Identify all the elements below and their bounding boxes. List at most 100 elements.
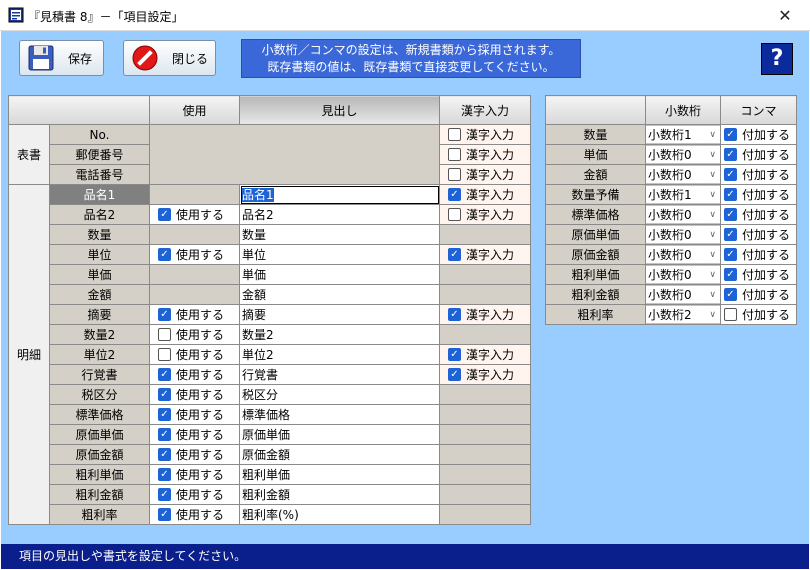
heading-cell[interactable]: 標準価格 [239,404,440,425]
kanji-checkbox[interactable]: 漢字入力 [441,166,514,183]
kanji-checkbox[interactable]: 漢字入力 [441,206,514,223]
checkbox-icon[interactable]: ✓ [448,188,461,201]
use-cell[interactable]: ✓ 使用する [149,244,240,265]
checkbox-icon[interactable]: ✓ [724,228,737,241]
comma-checkbox[interactable]: ✓ 付加する [722,166,790,183]
use-checkbox[interactable]: ✓ 使用する [151,466,224,483]
help-button[interactable]: ? [761,43,793,75]
row-label[interactable]: 原価金額 [49,444,150,465]
kanji-checkbox[interactable]: 漢字入力 [441,126,514,143]
checkbox-icon[interactable]: ✓ [724,248,737,261]
checkbox-icon[interactable]: ✓ [724,288,737,301]
comma-checkbox[interactable]: ✓ 付加する [722,266,790,283]
checkbox-icon[interactable] [158,347,171,361]
use-checkbox[interactable]: ✓ 使用する [151,406,224,423]
decimal-select[interactable]: 小数桁0 ∨ [645,244,721,265]
row-label[interactable]: 行覚書 [49,364,150,385]
heading-cell[interactable]: 原価金額 [239,444,440,465]
comma-cell[interactable]: ✓ 付加する [720,264,797,285]
comma-checkbox[interactable]: ✓ 付加する [722,146,790,163]
heading-cell[interactable]: 行覚書 [239,364,440,385]
comma-cell[interactable]: ✓ 付加する [720,284,797,305]
row-label[interactable]: 単価 [49,264,150,285]
checkbox-icon[interactable]: ✓ [158,428,171,441]
row-label[interactable]: 郵便番号 [49,144,150,165]
row-label[interactable]: 単位2 [49,344,150,365]
use-cell[interactable]: 使用する [149,324,240,345]
kanji-checkbox[interactable]: ✓ 漢字入力 [441,366,514,383]
comma-cell[interactable]: ✓ 付加する [720,204,797,225]
decimal-select[interactable]: 小数桁0 ∨ [645,284,721,305]
save-button[interactable]: 保存 [19,40,104,76]
checkbox-icon[interactable]: ✓ [724,128,737,141]
decimal-select-box[interactable]: 小数桁0 ∨ [646,246,720,263]
row-label[interactable]: 粗利金額 [49,484,150,505]
close-button[interactable]: 閉じる [123,40,216,76]
comma-checkbox[interactable]: ✓ 付加する [722,246,790,263]
decimal-select[interactable]: 小数桁0 ∨ [645,204,721,225]
kanji-cell[interactable]: ✓ 漢字入力 [439,364,531,385]
heading-cell[interactable]: 品名2 [239,204,440,225]
comma-cell[interactable]: ✓ 付加する [720,224,797,245]
comma-checkbox[interactable]: ✓ 付加する [722,286,790,303]
checkbox-icon[interactable]: ✓ [448,248,461,261]
kanji-cell[interactable]: 漢字入力 [439,204,531,225]
decimal-select-box[interactable]: 小数桁0 ∨ [646,206,720,223]
comma-cell[interactable]: 付加する [720,304,797,325]
checkbox-icon[interactable]: ✓ [448,348,461,361]
checkbox-icon[interactable]: ✓ [448,308,461,321]
kanji-checkbox[interactable]: ✓ 漢字入力 [441,306,514,323]
use-checkbox[interactable]: ✓ 使用する [151,506,224,523]
use-checkbox[interactable]: ✓ 使用する [151,366,224,383]
row-label[interactable]: 数量2 [49,324,150,345]
use-checkbox[interactable]: ✓ 使用する [151,446,224,463]
checkbox-icon[interactable] [448,207,461,221]
decimal-select-box[interactable]: 小数桁1 ∨ [646,126,720,143]
checkbox-icon[interactable]: ✓ [158,448,171,461]
row-label[interactable]: 摘要 [49,304,150,325]
checkbox-icon[interactable] [158,327,171,341]
use-cell[interactable]: ✓ 使用する [149,404,240,425]
row-label[interactable]: 金額 [49,284,150,305]
comma-cell[interactable]: ✓ 付加する [720,164,797,185]
kanji-cell[interactable]: 漢字入力 [439,164,531,185]
use-checkbox[interactable]: 使用する [151,346,224,363]
decimal-select-box[interactable]: 小数桁0 ∨ [646,266,720,283]
checkbox-icon[interactable]: ✓ [158,508,171,521]
comma-cell[interactable]: ✓ 付加する [720,244,797,265]
comma-cell[interactable]: ✓ 付加する [720,144,797,165]
comma-checkbox[interactable]: ✓ 付加する [722,226,790,243]
use-cell[interactable]: ✓ 使用する [149,364,240,385]
decimal-select-box[interactable]: 小数桁0 ∨ [646,226,720,243]
kanji-cell[interactable]: ✓ 漢字入力 [439,304,531,325]
heading-cell[interactable]: 粗利単価 [239,464,440,485]
decimal-select[interactable]: 小数桁0 ∨ [645,164,721,185]
use-cell[interactable]: ✓ 使用する [149,424,240,445]
checkbox-icon[interactable]: ✓ [158,408,171,421]
kanji-checkbox[interactable]: ✓ 漢字入力 [441,346,514,363]
kanji-cell[interactable]: 漢字入力 [439,144,531,165]
kanji-cell[interactable]: ✓ 漢字入力 [439,184,531,205]
checkbox-icon[interactable]: ✓ [158,208,171,221]
decimal-select[interactable]: 小数桁0 ∨ [645,264,721,285]
use-checkbox[interactable]: ✓ 使用する [151,486,224,503]
row-label[interactable]: 電話番号 [49,164,150,185]
row-label[interactable]: 標準価格 [49,404,150,425]
use-cell[interactable]: ✓ 使用する [149,484,240,505]
row-label[interactable]: 数量 [49,224,150,245]
comma-checkbox[interactable]: ✓ 付加する [722,206,790,223]
heading-cell[interactable]: 数量2 [239,324,440,345]
checkbox-icon[interactable] [724,307,737,321]
use-checkbox[interactable]: ✓ 使用する [151,386,224,403]
use-cell[interactable]: ✓ 使用する [149,444,240,465]
use-cell[interactable]: 使用する [149,344,240,365]
row-label[interactable]: No. [49,124,150,145]
checkbox-icon[interactable]: ✓ [158,468,171,481]
comma-checkbox[interactable]: ✓ 付加する [722,126,790,143]
checkbox-icon[interactable]: ✓ [724,208,737,221]
decimal-select[interactable]: 小数桁1 ∨ [645,124,721,145]
heading-cell[interactable]: 単価 [239,264,440,285]
checkbox-icon[interactable]: ✓ [724,148,737,161]
checkbox-icon[interactable]: ✓ [158,308,171,321]
use-cell[interactable]: ✓ 使用する [149,384,240,405]
